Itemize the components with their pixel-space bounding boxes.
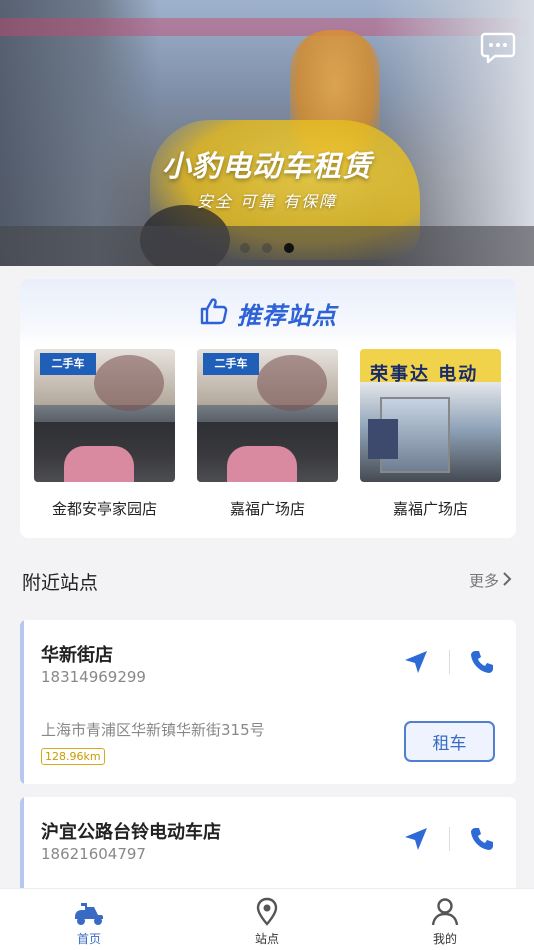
tab-mine[interactable]: 我的 (356, 889, 534, 950)
station-name: 沪宜公路台铃电动车店 (41, 822, 221, 843)
more-label: 更多 (468, 572, 499, 590)
station-photo: 荣事达 电动 (360, 349, 501, 482)
carousel-dot[interactable] (262, 243, 272, 253)
scooter-icon (73, 897, 105, 927)
divider (449, 827, 450, 851)
banner-subtitle: 安全 可靠 有保障 (196, 192, 338, 211)
recommended-item[interactable]: 二手车 嘉福广场店 (197, 349, 338, 519)
station-photo: 二手车 (197, 349, 338, 482)
recommended-item-name: 嘉福广场店 (392, 500, 468, 518)
station-photo-sign: 二手车 (40, 353, 96, 375)
station-photo-tree (94, 355, 164, 411)
message-icon[interactable] (480, 31, 516, 65)
station-photo: 二手车 (34, 349, 175, 482)
station-photo-sign: 二手车 (203, 353, 259, 375)
station-card[interactable]: 华新街店 18314969299 上海市青浦区华新镇华新街315号 128.96… (20, 620, 516, 784)
tab-stations[interactable]: 站点 (178, 889, 356, 950)
divider (449, 650, 450, 674)
phone-icon[interactable] (469, 649, 495, 675)
recommended-item[interactable]: 二手车 金都安亭家园店 (34, 349, 175, 519)
station-photo-sign: 荣事达 电动 (370, 364, 479, 385)
carousel-dot-active[interactable] (284, 243, 294, 253)
banner-title: 小豹电动车租赁 (161, 149, 372, 183)
recommended-item-name: 金都安亭家园店 (51, 500, 157, 518)
chevron-right-icon (502, 571, 512, 590)
recommended-title: 推荐站点 (237, 301, 337, 330)
person-icon (429, 897, 461, 927)
station-photo-interior (368, 419, 398, 459)
navigate-icon[interactable] (403, 826, 429, 852)
station-photo-scooter (227, 446, 297, 482)
tab-home[interactable]: 首页 (0, 889, 178, 950)
station-photo-tree (257, 355, 327, 411)
tab-label: 站点 (254, 932, 279, 946)
more-link[interactable]: 更多 (469, 570, 512, 591)
recommended-list: 二手车 金都安亭家园店 二手车 嘉福广场店 荣事达 电动 嘉福广场店 (34, 349, 501, 519)
recommended-header: 推荐站点 (20, 279, 516, 347)
rent-button[interactable]: 租车 (404, 721, 495, 762)
station-name: 华新街店 (41, 645, 113, 666)
recommended-item-name: 嘉福广场店 (229, 500, 305, 518)
station-photo-scooter (64, 446, 134, 482)
nearby-title: 附近站点 (22, 572, 99, 594)
hero-banner[interactable]: 小豹电动车租赁 安全 可靠 有保障 (0, 0, 534, 266)
thumbs-up-icon (199, 296, 229, 330)
tab-label: 首页 (76, 932, 101, 946)
recommended-card: 推荐站点 二手车 金都安亭家园店 二手车 嘉福广场店 荣事达 电动 嘉福广场店 (20, 279, 516, 538)
carousel-dots (240, 243, 294, 253)
bottom-tab-bar: 首页 站点 我的 (0, 888, 534, 950)
tab-label: 我的 (432, 932, 457, 946)
station-address: 上海市青浦区华新镇华新街315号 (41, 721, 265, 739)
distance-badge: 128.96km (41, 748, 105, 765)
phone-icon[interactable] (469, 826, 495, 852)
navigate-icon[interactable] (403, 649, 429, 675)
station-phone: 18314969299 (41, 668, 146, 686)
location-pin-icon (251, 897, 283, 927)
carousel-dot[interactable] (240, 243, 250, 253)
recommended-item[interactable]: 荣事达 电动 嘉福广场店 (360, 349, 501, 519)
station-phone: 18621604797 (41, 845, 146, 863)
